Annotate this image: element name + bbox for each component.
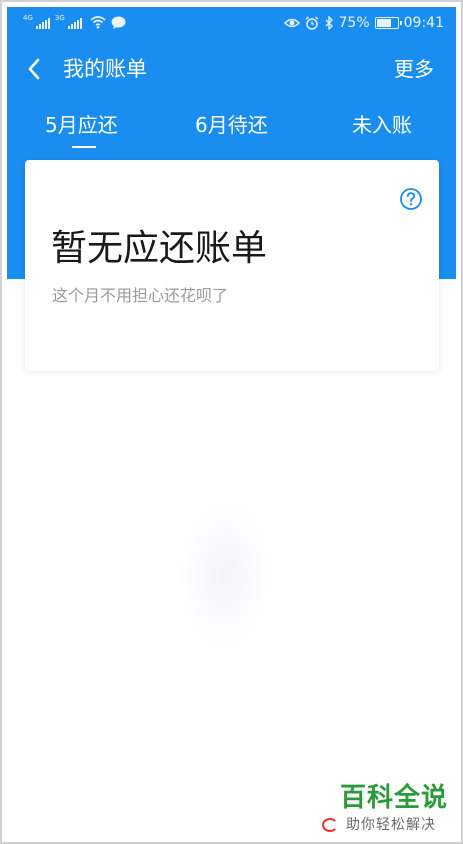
status-bar: 4G 3G 75% 09:41 <box>7 7 456 41</box>
eye-icon <box>283 18 300 28</box>
page-title: 我的账单 <box>63 57 147 81</box>
loading-placeholder <box>180 500 270 650</box>
signal-icon <box>35 18 50 29</box>
nav-bar: 我的账单 更多 <box>7 41 456 97</box>
alarm-icon <box>305 16 318 30</box>
bluetooth-icon <box>325 16 333 30</box>
status-right: 75% 09:41 <box>283 15 444 31</box>
message-icon <box>111 16 126 29</box>
watermark-subtitle: 助你轻松解决 <box>346 817 436 833</box>
tab-may-due[interactable]: 5月应还 <box>45 110 118 140</box>
tab-unposted[interactable]: 未入账 <box>352 110 412 140</box>
watermark-logo <box>322 818 338 832</box>
watermark-title: 百科全说 <box>340 783 449 813</box>
status-left: 4G 3G <box>23 15 126 29</box>
tab-june-pending[interactable]: 6月待还 <box>195 110 268 140</box>
bill-card: 暂无应还账单 这个月不用担心还花呗了 <box>25 160 439 371</box>
battery-percent: 75% <box>338 15 370 31</box>
help-icon[interactable] <box>399 187 423 211</box>
back-arrow-icon[interactable] <box>23 55 47 83</box>
battery-icon <box>374 17 402 29</box>
empty-bill-title: 暂无应还账单 <box>51 228 268 269</box>
empty-bill-subtitle: 这个月不用担心还花呗了 <box>52 286 229 305</box>
network-type-1: 4G <box>23 14 33 22</box>
tab-selected-indicator <box>72 146 96 148</box>
battery-level <box>376 19 391 27</box>
network-type-2: 3G <box>54 14 65 22</box>
signal-icon <box>67 18 82 29</box>
clock: 09:41 <box>403 15 444 31</box>
more-button[interactable]: 更多 <box>394 54 434 84</box>
watermark: 百科全说 助你轻松解决 <box>322 782 456 838</box>
wifi-icon <box>90 16 106 29</box>
tab-bar: 5月应还 6月待还 未入账 <box>7 100 456 156</box>
